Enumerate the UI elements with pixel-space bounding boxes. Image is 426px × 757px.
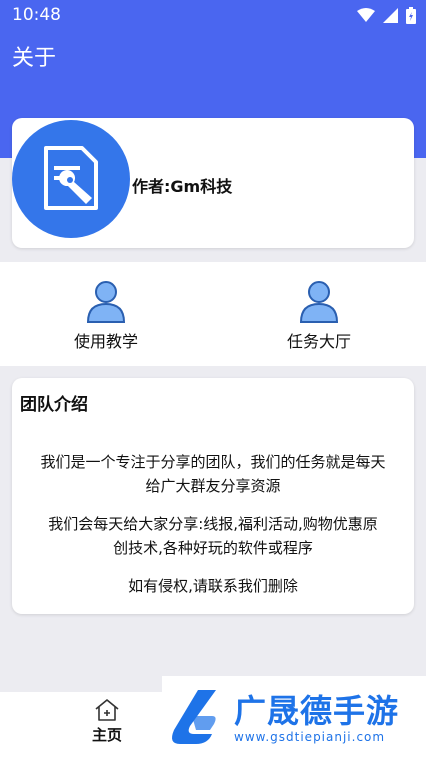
shortcut-label: 任务大厅: [286, 332, 351, 351]
intro-paragraph: 我们会每天给大家分享:线报,福利活动,购物优惠原创技术,各种好玩的软件或程序: [48, 515, 378, 557]
shortcut-label: 使用教学: [73, 332, 138, 351]
watermark-logo: [172, 690, 216, 744]
status-icons: [357, 6, 416, 24]
status-bar: 10:48: [0, 0, 426, 30]
watermark-name: 广晟德手游: [234, 692, 400, 730]
author-label: 作者:Gm科技: [132, 177, 233, 196]
nav-home-label: 主页: [91, 726, 122, 744]
app-logo: [12, 120, 130, 238]
tutorial-button[interactable]: 使用教学: [31, 280, 181, 360]
document-wrench-icon: [44, 146, 98, 210]
home-icon: [95, 699, 119, 721]
user-icon: [299, 281, 339, 323]
watermark: 广晟德手游 www.gsdtiepianji.com: [162, 676, 426, 757]
task-hall-button[interactable]: 任务大厅: [244, 280, 394, 360]
status-time: 10:48: [12, 5, 61, 25]
signal-icon: [383, 7, 398, 23]
intro-paragraph: 如有侵权,请联系我们删除: [128, 577, 298, 595]
wifi-icon: [357, 7, 375, 22]
nav-home-tab[interactable]: 主页: [78, 698, 136, 754]
page-title: 关于: [12, 46, 57, 71]
intro-title: 团队介绍: [20, 395, 88, 415]
intro-paragraph: 我们是一个专注于分享的团队，我们的任务就是每天给广大群友分享资源: [40, 453, 386, 495]
intro-body: 我们是一个专注于分享的团队，我们的任务就是每天给广大群友分享资源 我们会每天给大…: [12, 450, 414, 612]
user-icon: [86, 281, 126, 323]
author-card: 作者:Gm科技: [12, 118, 414, 248]
shortcut-section: 使用教学 任务大厅: [0, 262, 426, 366]
battery-icon: [406, 6, 416, 24]
team-intro-card[interactable]: 团队介绍 我们是一个专注于分享的团队，我们的任务就是每天给广大群友分享资源 我们…: [12, 378, 414, 614]
about-page: 10:48 关于 作者:Gm科技 使用教学 任务大厅 团队介绍 我们是一个专注于…: [0, 0, 426, 757]
watermark-url: www.gsdtiepianji.com: [234, 730, 386, 744]
